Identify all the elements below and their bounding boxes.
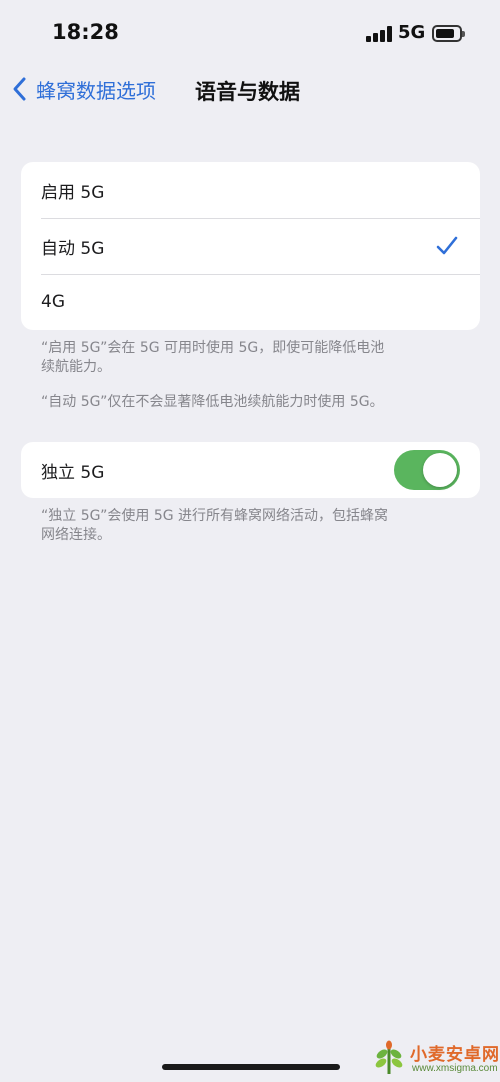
standalone-5g-row: 独立 5G — [21, 442, 480, 498]
network-options-group: 启用 5G 自动 5G 4G — [21, 162, 480, 330]
footnote-line: 续航能力。 — [41, 359, 111, 375]
home-indicator[interactable] — [162, 1064, 340, 1070]
back-chevron-icon — [13, 77, 26, 101]
status-bar: 18:28 5G — [0, 0, 500, 66]
standalone-5g-label: 独立 5G — [41, 462, 105, 483]
back-button[interactable]: 蜂窝数据选项 — [10, 73, 156, 105]
back-label: 蜂窝数据选项 — [36, 78, 156, 103]
navigation-bar: 蜂窝数据选项 语音与数据 — [0, 66, 500, 112]
option-4g[interactable]: 4G — [21, 274, 480, 330]
battery-icon — [432, 25, 465, 42]
signal-icon — [366, 26, 392, 42]
screen: 18:28 5G 蜂窝数据选项 语音与数据 启用 5G 自动 5G 4G “启用… — [0, 0, 500, 1082]
standalone-5g-group: 独立 5G — [21, 442, 480, 498]
watermark-url: www.xmsigma.com — [412, 1063, 498, 1074]
option-enable-5g[interactable]: 启用 5G — [21, 162, 480, 218]
status-time: 18:28 — [52, 20, 119, 44]
watermark: 小麦安卓网 www.xmsigma.com — [368, 1036, 500, 1082]
network-type-label: 5G — [398, 22, 426, 43]
checkmark-icon — [436, 236, 458, 255]
option-label: 自动 5G — [41, 238, 105, 259]
option-label: 启用 5G — [41, 182, 105, 203]
standalone-5g-footnote: “独立 5G”会使用 5G 进行所有蜂窝网络活动，包括蜂窝 网络连接。 — [41, 507, 461, 545]
option-auto-5g[interactable]: 自动 5G — [21, 218, 480, 274]
standalone-5g-toggle[interactable] — [394, 450, 460, 490]
auto-5g-footnote: “自动 5G”仅在不会显著降低电池续航能力时使用 5G。 — [41, 394, 384, 410]
footnote-line: 网络连接。 — [41, 527, 111, 543]
page-title: 语音与数据 — [195, 80, 300, 104]
footnote-line: “启用 5G”会在 5G 可用时使用 5G，即使可能降低电池 — [41, 340, 385, 356]
enable-5g-footnote: “启用 5G”会在 5G 可用时使用 5G，即使可能降低电池 续航能力。 — [41, 339, 461, 377]
option-label: 4G — [41, 292, 65, 312]
watermark-logo-icon — [375, 1040, 403, 1075]
watermark-title: 小麦安卓网 — [410, 1045, 500, 1065]
footnote-line: “独立 5G”会使用 5G 进行所有蜂窝网络活动，包括蜂窝 — [41, 508, 389, 524]
toggle-knob — [423, 453, 457, 487]
